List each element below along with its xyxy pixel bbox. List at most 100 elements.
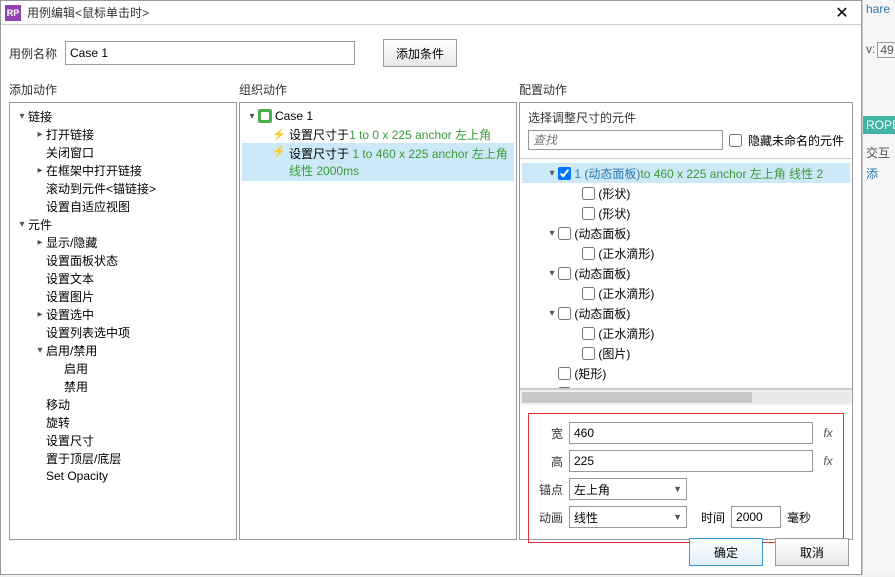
window-title: 用例编辑<鼠标单击时> <box>27 4 827 21</box>
organize-panel: ▾ Case 1 ⚡ 设置尺寸于 1 to 0 x 225 anchor 左上角… <box>239 102 517 540</box>
side-share: hare <box>863 0 895 18</box>
config-top: 选择调整尺寸的元件 隐藏未命名的元件 <box>520 103 852 154</box>
width-label: 宽 <box>535 425 563 442</box>
hide-unnamed-checkbox[interactable] <box>729 134 742 147</box>
action2-prefix: 设置尺寸于 <box>289 147 352 161</box>
widget-checkbox[interactable] <box>558 307 571 320</box>
hscroll-thumb[interactable] <box>522 392 752 403</box>
anchor-value: 左上角 <box>574 481 610 498</box>
action-tree-item[interactable]: ▾链接 <box>12 107 234 125</box>
widget-checkbox[interactable] <box>558 267 571 280</box>
widget-checkbox[interactable] <box>558 227 571 240</box>
widget-tree-hscroll[interactable] <box>520 389 852 405</box>
action-tree-item[interactable]: ▸在框架中打开链接 <box>12 161 234 179</box>
case-icon <box>258 109 272 123</box>
widget-tree-item[interactable]: ▾ (动态面板) <box>522 263 850 283</box>
action-tree-item[interactable]: 设置自适应视图 <box>12 197 234 215</box>
height-fx-button[interactable]: fx <box>819 454 837 468</box>
widget-tree-item[interactable]: (形状) <box>522 183 850 203</box>
actions-panel: ▾链接▸打开链接关闭窗口▸在框架中打开链接滚动到元件<锚链接>设置自适应视图▾元… <box>9 102 237 540</box>
action-tree-item[interactable]: 设置列表选中项 <box>12 323 234 341</box>
action-tree-item[interactable]: ▸打开链接 <box>12 125 234 143</box>
widget-tree-item[interactable]: (正水滴形) <box>522 243 850 263</box>
lightning-icon: ⚡ <box>272 128 286 141</box>
time-input[interactable] <box>731 506 781 528</box>
action-node-2[interactable]: ⚡ 设置尺寸于 1 to 460 x 225 anchor 左上角 线性 200… <box>242 143 514 181</box>
action-tree-item[interactable]: ▾元件 <box>12 215 234 233</box>
widget-checkbox[interactable] <box>582 187 595 200</box>
action-tree-item[interactable]: 设置面板状态 <box>12 251 234 269</box>
width-input[interactable] <box>569 422 813 444</box>
widget-tree-scroll[interactable]: ▾ 1 (动态面板) to 460 x 225 anchor 左上角 线性 2 … <box>520 159 852 389</box>
widget-checkbox[interactable] <box>558 167 571 180</box>
side-v-label: v: <box>866 42 875 58</box>
action-tree-item[interactable]: Set Opacity <box>12 467 234 485</box>
height-label: 高 <box>535 453 563 470</box>
config-heading: 选择调整尺寸的元件 <box>528 109 844 126</box>
widget-checkbox[interactable] <box>582 347 595 360</box>
anim-label: 动画 <box>535 509 563 526</box>
app-icon: RP <box>5 5 21 21</box>
side-jh: 交互 <box>863 142 895 163</box>
widget-checkbox[interactable] <box>582 327 595 340</box>
col-header-actions: 添加动作 <box>9 77 239 102</box>
config-panel: 选择调整尺寸的元件 隐藏未命名的元件 ▾ 1 (动态面板) to 460 x 2… <box>519 102 853 540</box>
action-tree-item[interactable]: 禁用 <box>12 377 234 395</box>
widget-checkbox[interactable] <box>582 207 595 220</box>
action1-prefix: 设置尺寸于 <box>289 126 349 143</box>
organize-tree: ▾ Case 1 ⚡ 设置尺寸于 1 to 0 x 225 anchor 左上角… <box>240 103 516 185</box>
widget-tree-item[interactable]: (矩形) <box>522 363 850 383</box>
columns: ▾链接▸打开链接关闭窗口▸在框架中打开链接滚动到元件<锚链接>设置自适应视图▾元… <box>1 102 861 530</box>
action-tree-item[interactable]: 旋转 <box>12 413 234 431</box>
columns-header: 添加动作 组织动作 配置动作 <box>1 77 861 102</box>
widget-tree-item[interactable]: (正水滴形) <box>522 283 850 303</box>
ok-button[interactable]: 确定 <box>689 538 763 566</box>
action-tree-item[interactable]: ▸显示/隐藏 <box>12 233 234 251</box>
width-fx-button[interactable]: fx <box>819 426 837 440</box>
actions-scroll[interactable]: ▾链接▸打开链接关闭窗口▸在框架中打开链接滚动到元件<锚链接>设置自适应视图▾元… <box>10 103 236 539</box>
action-tree-item[interactable]: ▸设置选中 <box>12 305 234 323</box>
widget-checkbox[interactable] <box>558 367 571 380</box>
titlebar: RP 用例编辑<鼠标单击时> ✕ <box>1 1 861 25</box>
anim-select[interactable]: 线性 ▼ <box>569 506 687 528</box>
action-tree-item[interactable]: 滚动到元件<锚链接> <box>12 179 234 197</box>
hide-unnamed-label: 隐藏未命名的元件 <box>748 132 844 149</box>
widget-tree-item[interactable]: ▾ (动态面板) <box>522 223 850 243</box>
action-tree-item[interactable]: 设置尺寸 <box>12 431 234 449</box>
cancel-button[interactable]: 取消 <box>775 538 849 566</box>
time-label: 时间 <box>701 509 725 526</box>
height-input[interactable] <box>569 450 813 472</box>
side-tj: 添 <box>863 163 895 184</box>
widget-checkbox[interactable] <box>582 247 595 260</box>
action-tree-item[interactable]: 置于顶层/底层 <box>12 449 234 467</box>
action-tree-item[interactable]: 关闭窗口 <box>12 143 234 161</box>
widget-checkbox[interactable] <box>582 287 595 300</box>
widget-tree-item[interactable]: ▾ (动态面板) <box>522 303 850 323</box>
chevron-down-icon: ▼ <box>673 484 682 494</box>
action-node-1[interactable]: ⚡ 设置尺寸于 1 to 0 x 225 anchor 左上角 <box>242 125 514 143</box>
widget-tree-item[interactable]: ▾ 1 (动态面板) to 460 x 225 anchor 左上角 线性 2 <box>522 163 850 183</box>
time-unit: 毫秒 <box>787 509 811 526</box>
case-node[interactable]: ▾ Case 1 <box>242 107 514 125</box>
widget-tree-container: ▾ 1 (动态面板) to 460 x 225 anchor 左上角 线性 2 … <box>520 158 852 405</box>
add-condition-button[interactable]: 添加条件 <box>383 39 457 67</box>
widget-tree-item[interactable]: (图片) <box>522 343 850 363</box>
widget-tree-item[interactable]: (形状) <box>522 203 850 223</box>
action-tree-item[interactable]: 启用 <box>12 359 234 377</box>
case-name-row: 用例名称 添加条件 <box>1 25 861 77</box>
action1-target: 1 to 0 x 225 anchor 左上角 <box>349 126 491 143</box>
anchor-select[interactable]: 左上角 ▼ <box>569 478 687 500</box>
action-tree-item[interactable]: ▾启用/禁用 <box>12 341 234 359</box>
action-tree-item[interactable]: 移动 <box>12 395 234 413</box>
action-tree-item[interactable]: 设置文本 <box>12 269 234 287</box>
action2-target-l2: 线性 2000ms <box>289 164 359 178</box>
anchor-label: 锚点 <box>535 481 563 498</box>
organize-scroll[interactable]: ▾ Case 1 ⚡ 设置尺寸于 1 to 0 x 225 anchor 左上角… <box>240 103 516 539</box>
actions-tree: ▾链接▸打开链接关闭窗口▸在框架中打开链接滚动到元件<锚链接>设置自适应视图▾元… <box>10 103 236 489</box>
action-tree-item[interactable]: 设置图片 <box>12 287 234 305</box>
widget-search-input[interactable] <box>528 130 723 150</box>
col-header-organize: 组织动作 <box>239 77 519 102</box>
widget-tree-item[interactable]: (正水滴形) <box>522 323 850 343</box>
case-name-input[interactable] <box>65 41 355 65</box>
close-button[interactable]: ✕ <box>827 2 857 24</box>
